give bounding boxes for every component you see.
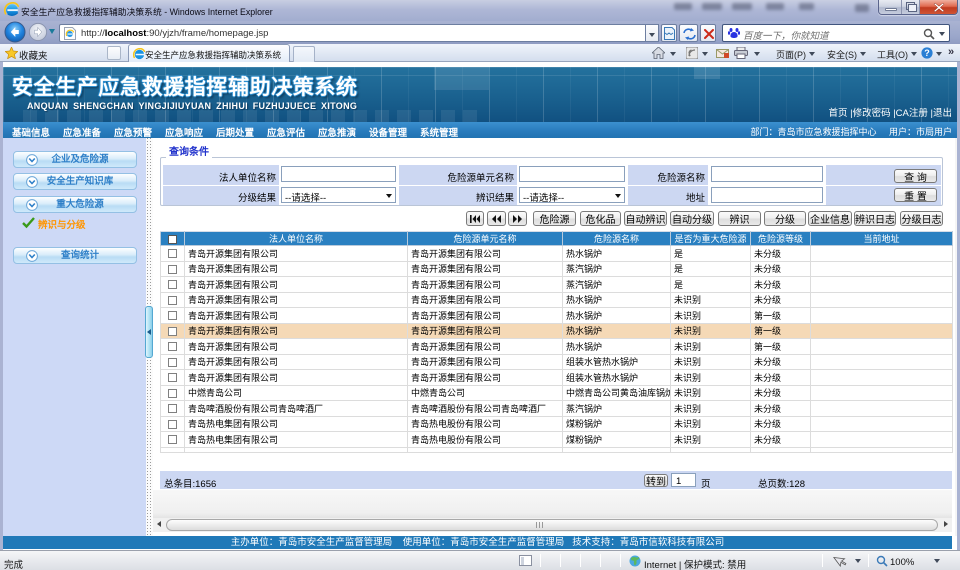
svg-text:?: ? xyxy=(924,48,930,58)
